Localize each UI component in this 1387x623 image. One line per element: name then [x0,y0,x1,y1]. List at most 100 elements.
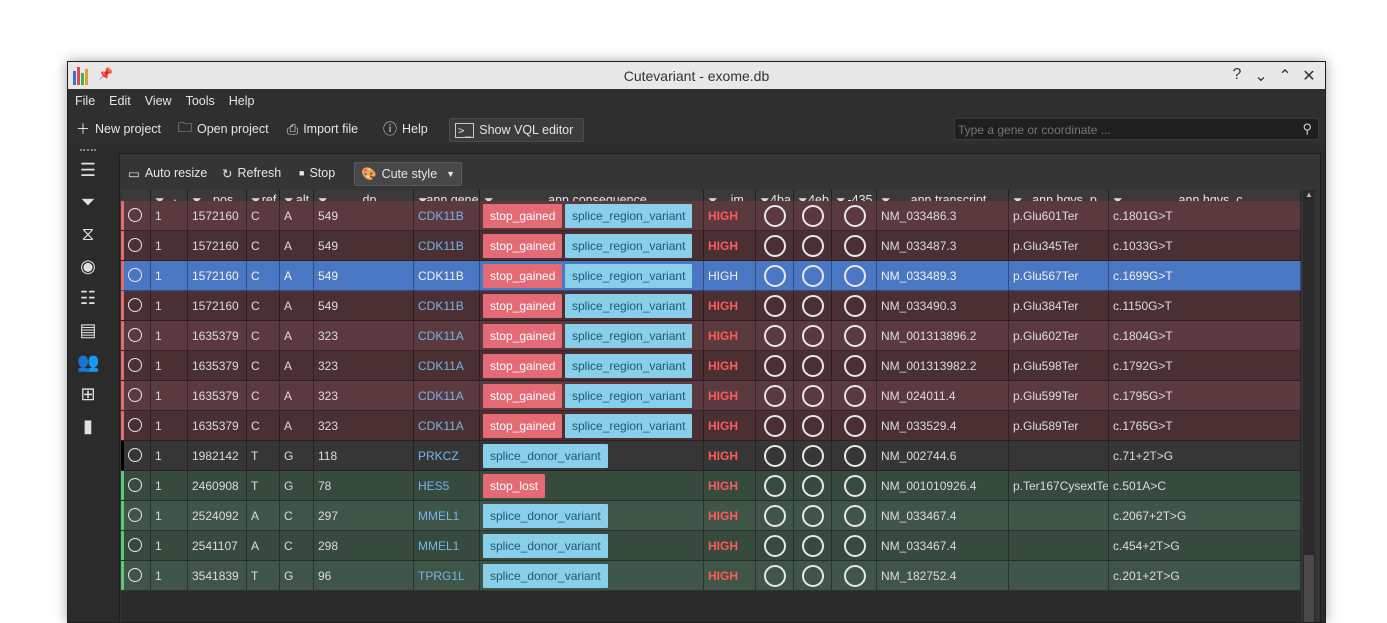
filter-icon[interactable]: ⏷ [77,191,99,213]
favorite-toggle-icon[interactable] [128,298,142,312]
table-row[interactable]: 1 1572160 C A 549 CDK11B stop_gained splice_reg… [121,201,1301,231]
menu-tools[interactable]: Tools [179,89,222,113]
help-icon[interactable]: ? [1229,66,1245,86]
favorite-toggle-icon[interactable] [128,478,142,492]
table-row[interactable]: 1 2460908 T G 78 HES5 stop_lost HIGH NM_00101092… [121,471,1301,501]
favorite-toggle-icon[interactable] [128,328,142,342]
cell-gene: CDK11B [414,231,480,261]
table-row[interactable]: 1 3541839 T G 96 TPRG1L splice_donor_variant HI… [121,561,1301,591]
favorite-toggle-icon[interactable] [128,208,142,222]
cell-hgvs_c: c.1801G>T [1109,201,1301,231]
clipboard-icon[interactable]: ▤ [77,319,99,341]
cell-dp: 323 [314,411,414,441]
row-color-bar [121,231,124,260]
sample-genotype-cell [794,351,832,381]
palette-icon[interactable]: ◉ [77,255,99,277]
cell-impact: HIGH [704,561,756,591]
menu-file[interactable]: File [68,89,102,113]
genotype-circle-icon [802,355,824,377]
favorite-toggle-icon[interactable] [128,448,142,462]
minimize-icon[interactable]: ⌄ [1253,66,1269,86]
users-icon[interactable]: 👥 [77,351,99,373]
stop-button[interactable]: ■ Stop [299,162,335,184]
dna-icon[interactable]: ⧖ [77,223,99,245]
search-input[interactable] [955,119,1291,141]
list-icon[interactable]: ☷ [77,287,99,309]
help-button[interactable]: ⓘ Help [383,118,428,140]
cell-pos: 1572160 [188,291,247,321]
favorite-toggle-icon[interactable] [128,568,142,582]
cell-hgvs_p: p.Glu589Ter [1009,411,1109,441]
table-row[interactable]: 1 2541107 A C 298 MMEL1 splice_donor_variant HI… [121,531,1301,561]
table-row[interactable]: 1 1635379 C A 323 CDK11A stop_gained splice_reg… [121,321,1301,351]
open-project-button[interactable]: 🗀 Open project [178,118,269,140]
favorite-toggle-icon[interactable] [128,418,142,432]
refresh-button[interactable]: ↻ Refresh [222,162,281,184]
scroll-up-icon[interactable]: ▲ [1305,190,1313,199]
new-project-button[interactable]: ＋ New project [76,118,161,140]
table-row[interactable]: 1 1635379 C A 323 CDK11A stop_gained splice_reg… [121,381,1301,411]
drag-handle[interactable] [80,149,96,155]
sample-genotype-cell [756,381,794,411]
cell-transcript: NM_033489.3 [877,261,1009,291]
cell-alt: A [280,351,314,381]
view-list-icon[interactable]: ☰ [77,159,99,181]
table-row[interactable]: 1 1572160 C A 549 CDK11B stop_gained splice_reg… [121,261,1301,291]
close-icon[interactable]: ✕ [1301,66,1317,86]
sample-genotype-cell [794,411,832,441]
genotype-circle-icon [764,295,786,317]
cell-impact: HIGH [704,321,756,351]
maximize-icon[interactable]: ⌃ [1277,66,1293,86]
favorite-toggle-icon[interactable] [128,268,142,282]
table-row[interactable]: 1 1635379 C A 323 CDK11A stop_gained splice_reg… [121,411,1301,441]
scroll-thumb[interactable] [1304,555,1314,622]
cell-consequence: stop_gained splice_region_variant [480,411,704,441]
table-icon[interactable]: ⊞ [77,383,99,405]
row-marker [121,261,151,291]
table-row[interactable]: 1 1572160 C A 549 CDK11B stop_gained splice_reg… [121,231,1301,261]
favorite-toggle-icon[interactable] [128,358,142,372]
chevron-down-icon: ▼ [446,169,456,179]
vertical-scrollbar[interactable]: ▲ [1303,190,1315,622]
favorite-toggle-icon[interactable] [128,238,142,252]
row-marker [121,501,151,531]
cell-hgvs_c: c.1792G>T [1109,351,1301,381]
cell-chr: 1 [151,381,188,411]
row-color-bar [121,201,124,230]
style-select[interactable]: 🎨 Cute style ▼ [354,162,463,186]
sample-genotype-cell [832,441,877,471]
table-row[interactable]: 1 1635379 C A 323 CDK11A stop_gained splice_reg… [121,351,1301,381]
show-vql-editor-button[interactable]: >_ Show VQL editor [449,118,585,142]
consequence-tag: stop_gained [483,354,563,378]
auto-resize-button[interactable]: ▭ Auto resize [128,162,207,184]
favorite-toggle-icon[interactable] [128,388,142,402]
genotype-circle-icon [844,265,866,287]
genotype-circle-icon [844,325,866,347]
sample-genotype-cell [832,201,877,231]
table-row[interactable]: 1 1572160 C A 549 CDK11B stop_gained splice_reg… [121,291,1301,321]
cell-ref: T [247,561,280,591]
book-icon[interactable]: ▮ [77,415,99,437]
table-row[interactable]: 1 2524092 A C 297 MMEL1 splice_donor_variant HI… [121,501,1301,531]
search-icon[interactable]: ⚲ [1302,121,1312,137]
plus-icon: ＋ [76,121,90,137]
table-row[interactable]: 1 1982142 T G 118 PRKCZ splice_donor_variant HI… [121,441,1301,471]
menu-help[interactable]: Help [222,89,262,113]
genotype-circle-icon [802,475,824,497]
terminal-icon: >_ [455,122,475,138]
cell-dp: 78 [314,471,414,501]
menu-edit[interactable]: Edit [102,89,138,113]
cell-hgvs_p: p.Glu602Ter [1009,321,1109,351]
cell-gene: MMEL1 [414,531,480,561]
title-bar: 📌 Cutevariant - exome.db ? ⌄ ⌃ ✕ [68,62,1325,89]
favorite-toggle-icon[interactable] [128,508,142,522]
cell-dp: 298 [314,531,414,561]
consequence-tag: splice_donor_variant [483,504,608,528]
import-file-button[interactable]: ⎙ Import file [287,118,358,140]
cell-chr: 1 [151,471,188,501]
cell-dp: 549 [314,231,414,261]
sample-genotype-cell [794,261,832,291]
cell-transcript: NM_001313896.2 [877,321,1009,351]
menu-view[interactable]: View [138,89,179,113]
favorite-toggle-icon[interactable] [128,538,142,552]
